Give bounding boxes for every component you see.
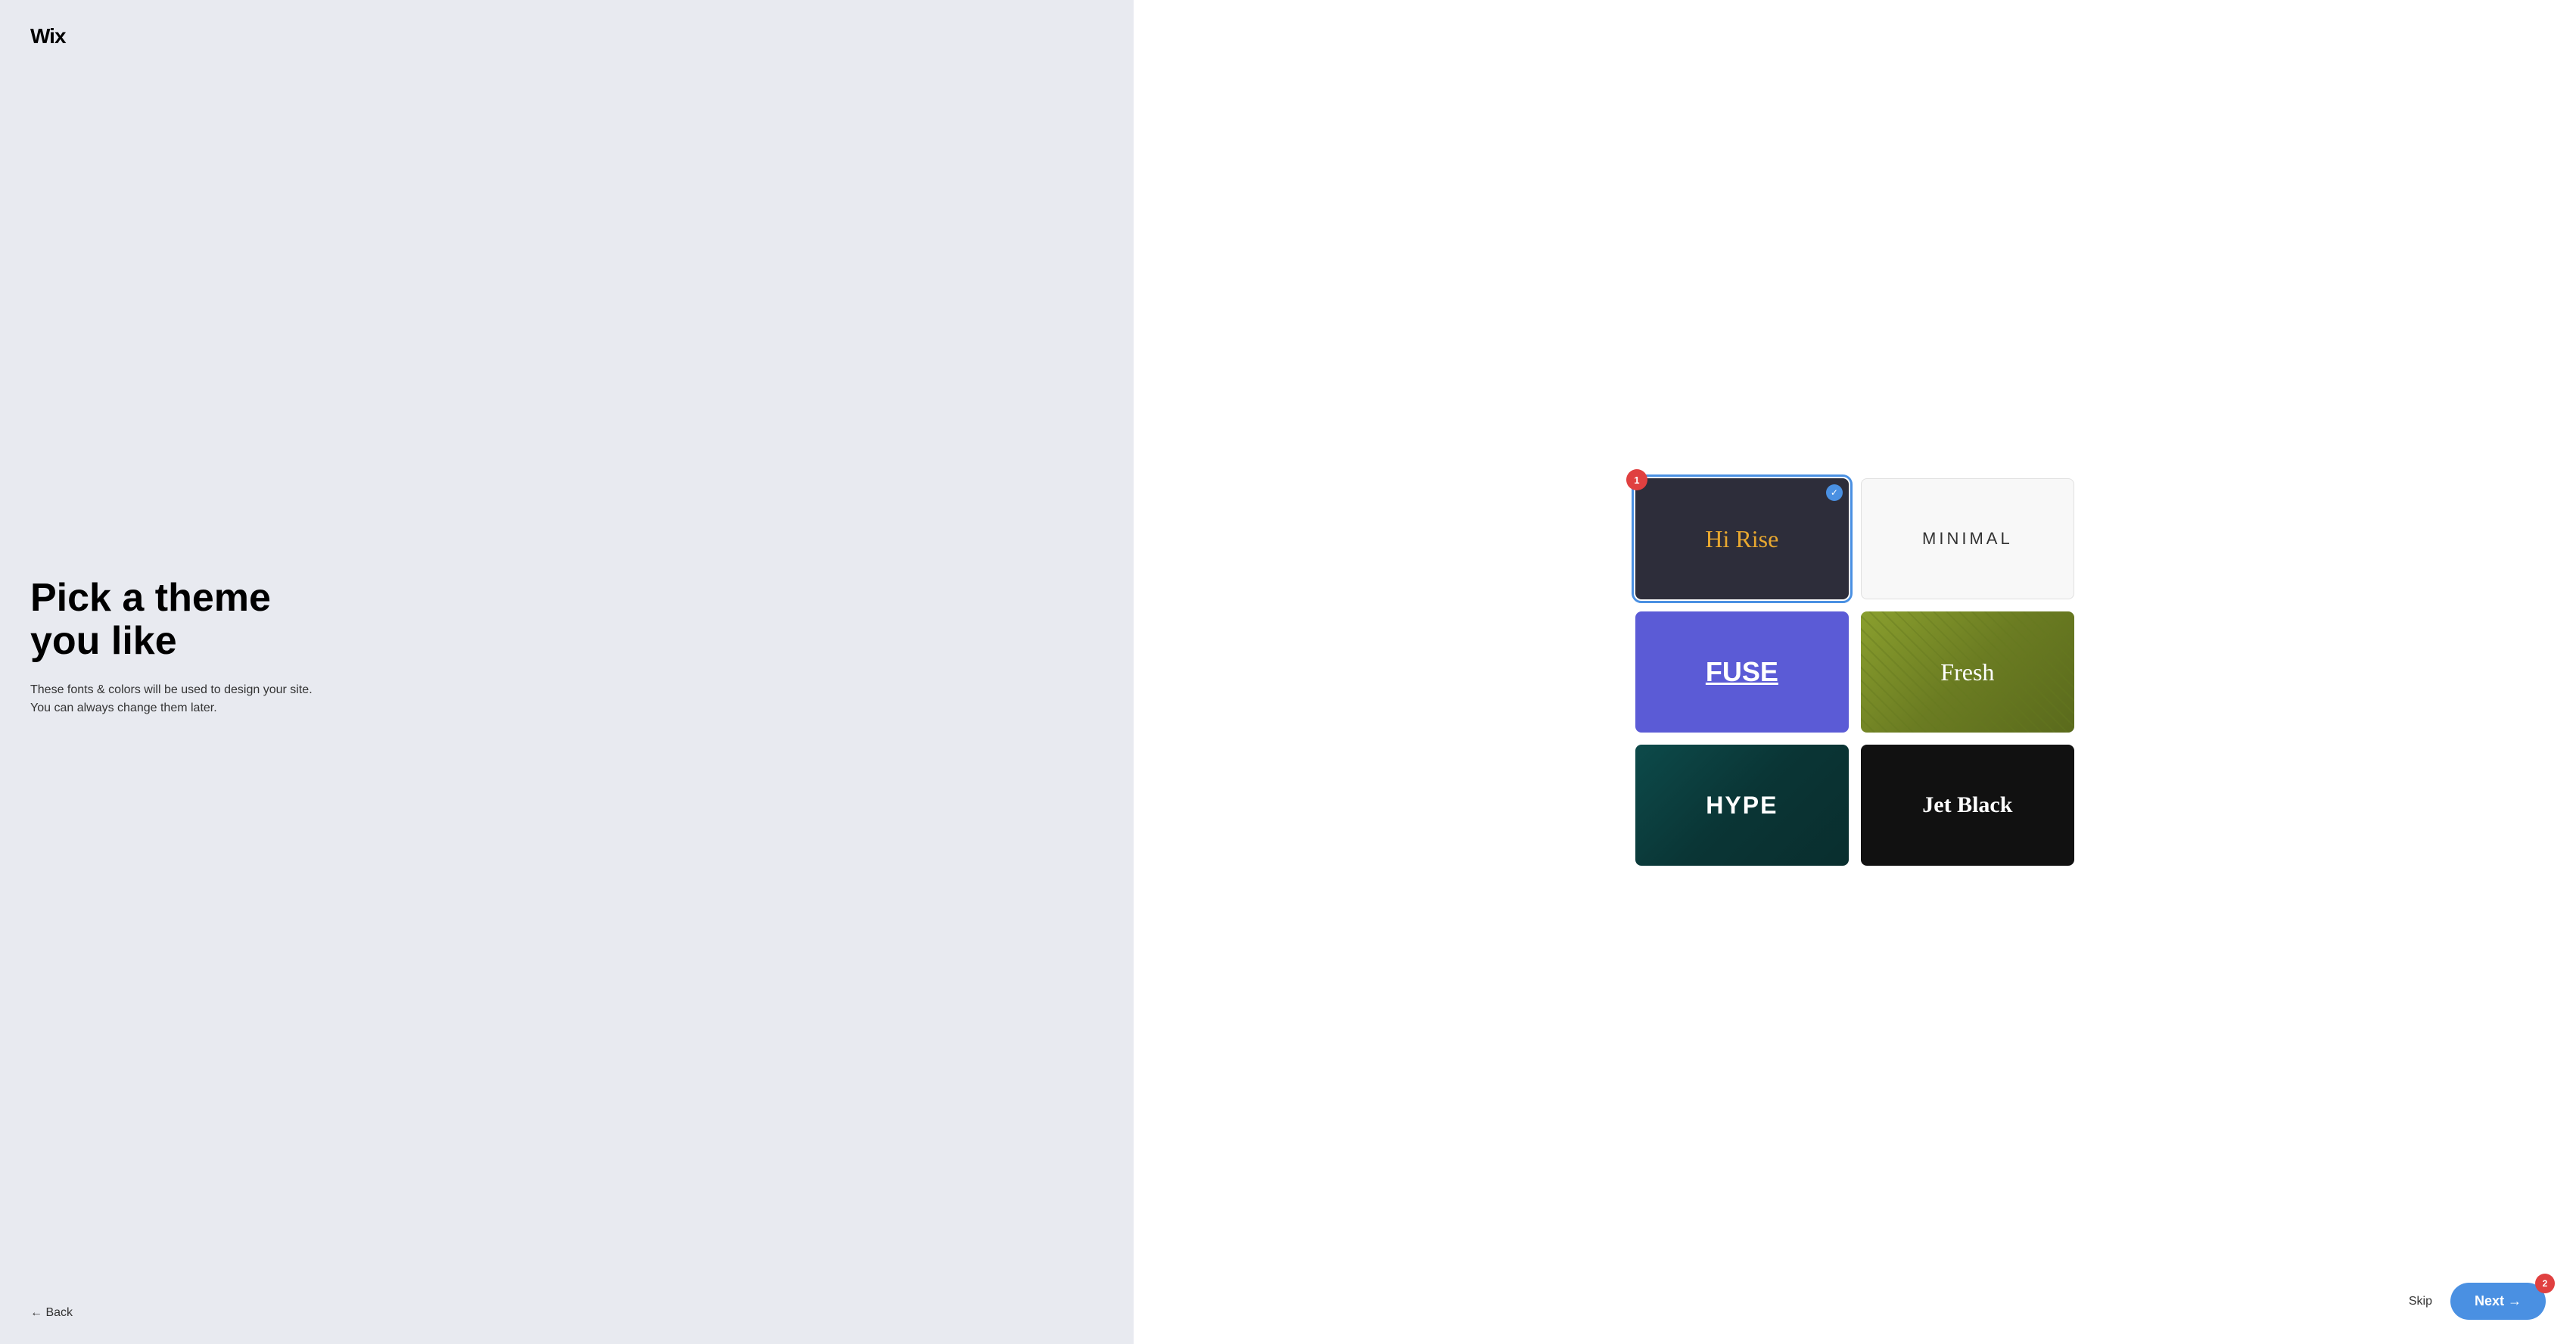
page-title: Pick a themeyou like <box>30 577 1103 663</box>
bottom-nav: ← Back <box>30 1306 1103 1320</box>
theme-card-hirise[interactable]: ✓ Hi Rise <box>1635 478 1849 599</box>
theme-jetblack-wrapper: Jet Black <box>1861 745 2074 866</box>
badge-1: 1 <box>1626 469 1647 490</box>
theme-card-minimal[interactable]: MINIMAL <box>1861 478 2074 599</box>
left-content: Pick a themeyou like These fonts & color… <box>30 48 1103 1306</box>
theme-minimal-label: MINIMAL <box>1922 529 2013 549</box>
theme-hype-wrapper: HYPE <box>1635 745 1849 866</box>
next-label: Next → <box>2475 1293 2522 1309</box>
check-icon: ✓ <box>1826 484 1843 501</box>
back-button[interactable]: ← Back <box>30 1306 73 1320</box>
page-subtitle: These fonts & colors will be used to des… <box>30 681 318 717</box>
theme-jetblack-label: Jet Black <box>1922 792 2012 818</box>
next-button[interactable]: Next → 2 <box>2450 1283 2546 1320</box>
theme-fresh-label: Fresh <box>1940 658 1994 686</box>
theme-card-fuse[interactable]: FUSE <box>1635 611 1849 733</box>
right-bottom-nav: Skip Next → 2 <box>2409 1283 2546 1320</box>
theme-card-hype[interactable]: HYPE <box>1635 745 1849 866</box>
wix-logo: Wix <box>30 24 1103 48</box>
skip-button[interactable]: Skip <box>2409 1295 2432 1308</box>
theme-fresh-wrapper: Fresh <box>1861 611 2074 733</box>
theme-card-fresh[interactable]: Fresh <box>1861 611 2074 733</box>
theme-fuse-wrapper: FUSE <box>1635 611 1849 733</box>
badge-2: 2 <box>2535 1274 2555 1293</box>
theme-hirise-wrapper: 1 ✓ Hi Rise <box>1635 478 1849 599</box>
theme-fuse-label: FUSE <box>1706 656 1778 688</box>
theme-card-jetblack[interactable]: Jet Black <box>1861 745 2074 866</box>
left-panel: Wix Pick a themeyou like These fonts & c… <box>0 0 1134 1344</box>
theme-hype-label: HYPE <box>1706 792 1778 820</box>
themes-grid: 1 ✓ Hi Rise MINIMAL FUSE Fresh <box>1635 478 2074 866</box>
theme-hirise-label: Hi Rise <box>1705 525 1778 553</box>
theme-minimal-wrapper: MINIMAL <box>1861 478 2074 599</box>
right-panel: 1 ✓ Hi Rise MINIMAL FUSE Fresh <box>1134 0 2576 1344</box>
